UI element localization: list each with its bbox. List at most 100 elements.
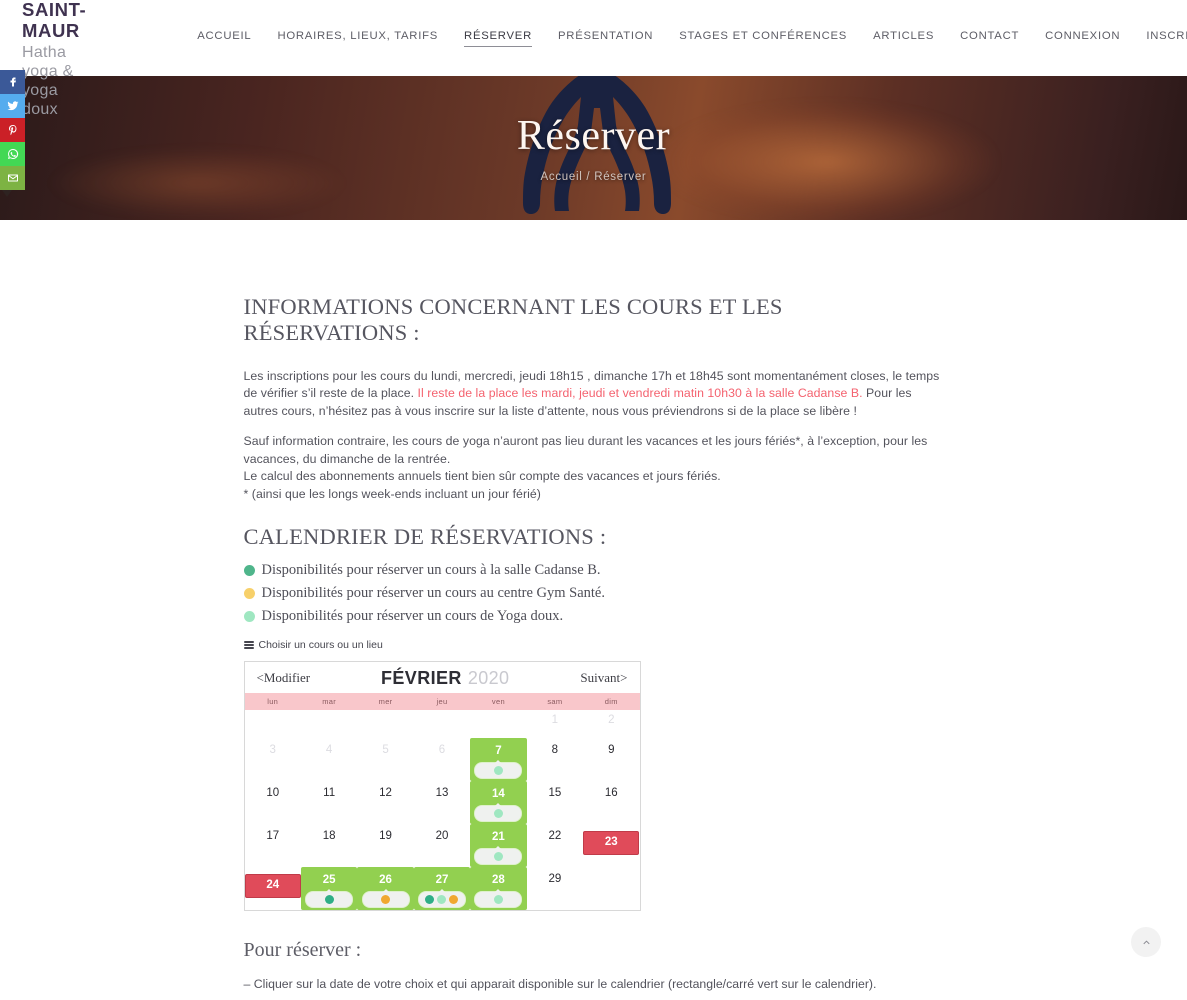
site-header: YOGA À SAINT-MAUR Hatha yoga & yoga doux… <box>0 0 1187 118</box>
calendar-day-28[interactable]: 28 <box>470 867 527 911</box>
calendar-day-19: 19 <box>357 824 413 867</box>
calendar-day-number: 9 <box>608 744 615 757</box>
legend-label: Disponibilités pour réserver un cours au… <box>261 585 605 602</box>
calendar-day-number: 11 <box>323 787 336 800</box>
main-navigation: ACCUEIL HORAIRES, LIEUX, TARIFS RÉSERVER PR… <box>197 30 1187 47</box>
calendar-year: 2020 <box>467 667 510 688</box>
legend-row: Disponibilités pour réserver un cours de… <box>243 608 944 625</box>
nav-item-stages-et-conf-rences[interactable]: STAGES ET CONFÉRENCES <box>679 30 847 46</box>
calendar-day-7[interactable]: 7 <box>470 738 527 782</box>
calendar-day-26[interactable]: 26 <box>357 867 414 911</box>
facebook-icon <box>10 77 16 87</box>
legend-row: Disponibilités pour réserver un cours à … <box>243 562 944 579</box>
whatsapp-share-button[interactable] <box>0 142 25 166</box>
breadcrumb: Accueil / Réserver <box>541 171 647 183</box>
twitter-share-button[interactable] <box>0 94 25 118</box>
availability-badge-dot[interactable] <box>324 894 334 904</box>
availability-badge-dot[interactable] <box>493 851 503 861</box>
calendar-day-badges[interactable] <box>475 891 522 907</box>
info-p1-highlight: Il reste de la place les mardi, jeudi et… <box>417 386 863 401</box>
availability-badge-dot[interactable] <box>381 894 391 904</box>
breadcrumb-current: Réserver <box>594 171 647 184</box>
calendar-weekday-row: lun mar mer jeu ven sam dim <box>244 693 640 711</box>
availability-badge-dot[interactable] <box>493 808 503 818</box>
calendar-day-number: 17 <box>266 830 280 843</box>
scroll-to-top-button[interactable] <box>1131 927 1161 957</box>
calendar-day-13: 13 <box>414 781 470 824</box>
calendar-day-badges[interactable] <box>306 891 353 907</box>
email-share-button[interactable] <box>0 166 25 190</box>
legend-row: Disponibilités pour réserver un cours au… <box>243 585 944 602</box>
calendar-day-badges[interactable] <box>362 891 409 907</box>
calendar-month: FÉVRIER <box>381 667 462 688</box>
breadcrumb-separator: / <box>582 171 595 184</box>
legend-label: Disponibilités pour réserver un cours à … <box>261 562 601 579</box>
calendar-day-25[interactable]: 25 <box>300 867 358 911</box>
calendar-day-14[interactable]: 14 <box>470 781 527 825</box>
calendar-day-number: 26 <box>379 874 392 887</box>
social-rail-tail <box>2 190 12 197</box>
calendar-weekday-lun: lun <box>267 697 279 707</box>
calendar-day-number: 6 <box>438 744 446 757</box>
nav-item-contact[interactable]: CONTACT <box>960 30 1019 46</box>
nav-item-r-server[interactable]: RÉSERVER <box>464 30 532 47</box>
site-brand[interactable]: YOGA À SAINT-MAUR Hatha yoga & yoga doux <box>22 0 86 119</box>
calendar-day-empty <box>357 710 413 738</box>
info-paragraph-1: Les inscriptions pour les cours du lundi… <box>244 368 944 420</box>
info-paragraph-4: * (ainsi que les longs week-ends incluan… <box>243 486 541 501</box>
calendar-day-number: 10 <box>266 787 280 800</box>
availability-badge-dot[interactable] <box>437 894 447 904</box>
calendar-day-number: 29 <box>548 873 562 886</box>
calendar-header: <Modifier FÉVRIER 2020 Suivant> <box>245 662 640 693</box>
calendar-weekday-dim: dim <box>604 697 618 707</box>
breadcrumb-home-link[interactable]: Accueil <box>541 171 583 183</box>
calendar-days-grid: 1 2 3 4 5 6 7 8 9 10 11 12 13 14 15 16 17 18 19 20 21 22 23 24 2… <box>244 710 640 911</box>
calendar-prev-button[interactable]: <Modifier <box>257 670 311 686</box>
calendar-day-empty <box>414 710 470 738</box>
brand-title: YOGA À SAINT-MAUR <box>22 0 87 42</box>
calendar-day-27[interactable]: 27 <box>413 867 471 911</box>
calendar-day-21[interactable]: 21 <box>470 824 527 868</box>
calendar-day-badges[interactable] <box>475 762 522 778</box>
calendar-day-5: 5 <box>357 738 413 781</box>
calendar-day-23[interactable]: 23 <box>583 831 640 856</box>
nav-item-articles[interactable]: ARTICLES <box>873 30 934 46</box>
calendar-day-number: 3 <box>269 744 276 757</box>
availability-badge-dot[interactable] <box>449 894 459 904</box>
reserve-heading: Pour réserver : <box>243 939 362 962</box>
calendar-day-24[interactable]: 24 <box>244 874 301 899</box>
calendar-weekday-mar: mar <box>322 697 337 707</box>
calendar-legend: Disponibilités pour réserver un cours à … <box>243 562 944 625</box>
calendar-weekday-jeu: jeu <box>436 697 448 707</box>
choose-course-label: Choisir un cours ou un lieu <box>258 639 383 652</box>
calendar-next-button[interactable]: Suivant> <box>580 670 627 686</box>
nav-item-connexion[interactable]: CONNEXION <box>1045 30 1120 46</box>
calendar-weekday-ven: ven <box>491 697 505 707</box>
availability-badge-dot[interactable] <box>493 765 503 775</box>
legend-color-dot <box>243 588 255 600</box>
list-icon <box>243 641 254 650</box>
calendar-day-number: 23 <box>604 836 618 849</box>
facebook-share-button[interactable] <box>0 70 25 94</box>
choose-course-or-place-button[interactable]: Choisir un cours ou un lieu <box>243 639 944 652</box>
nav-item-accueil[interactable]: ACCUEIL <box>197 30 251 46</box>
availability-badge-dot[interactable] <box>425 894 435 904</box>
calendar-day-badges[interactable] <box>475 805 522 821</box>
calendar-day-10: 10 <box>245 781 301 824</box>
pinterest-icon <box>8 125 16 136</box>
pinterest-share-button[interactable] <box>0 118 25 142</box>
calendar-day-badges[interactable] <box>475 848 522 864</box>
calendar-day-number: 22 <box>548 830 562 843</box>
calendar-day-6: 6 <box>414 738 470 781</box>
calendar-day-badges[interactable] <box>418 891 465 907</box>
calendar-day-number: 14 <box>492 788 505 801</box>
calendar-day-empty <box>470 710 526 738</box>
availability-badge-dot[interactable] <box>493 894 503 904</box>
nav-item-inscription[interactable]: INSCRIPTION <box>1146 30 1187 46</box>
envelope-icon <box>7 174 18 182</box>
nav-item-horaires-lieux-tarifs[interactable]: HORAIRES, LIEUX, TARIFS <box>277 30 438 46</box>
nav-item-pr-sentation[interactable]: PRÉSENTATION <box>558 30 653 46</box>
calendar-day-number: 1 <box>551 714 559 727</box>
calendar-day-22: 22 <box>527 824 583 867</box>
calendar-day-number: 27 <box>435 874 449 887</box>
